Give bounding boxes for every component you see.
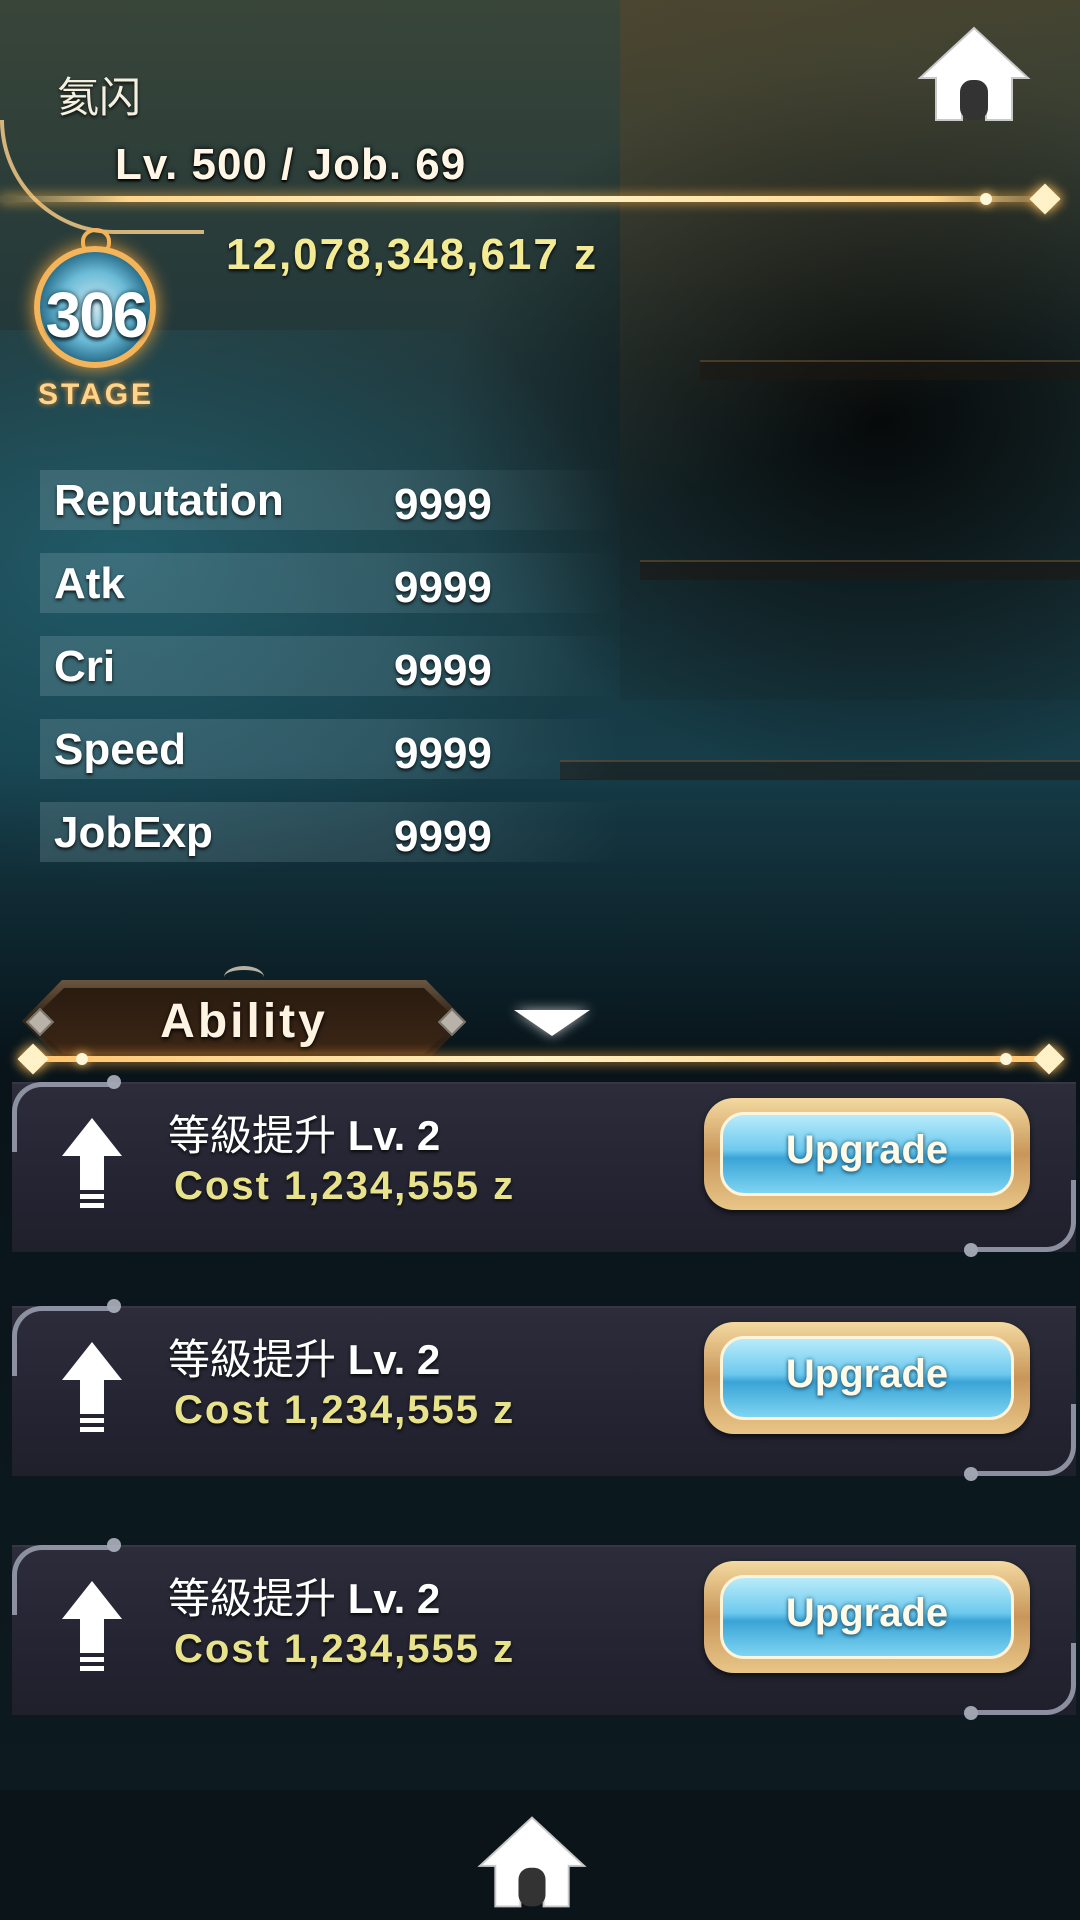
stat-value: 9999: [394, 812, 492, 861]
upgrade-button-label: Upgrade: [785, 1591, 949, 1635]
ability-level: Lv. 2: [347, 1336, 441, 1383]
divider-dot: [980, 193, 992, 205]
header-divider: [0, 196, 1060, 202]
stat-row-cri: Cri 9999: [40, 636, 620, 696]
ability-title: 等級提升: [168, 1575, 337, 1622]
tab-ability-label: Ability: [160, 995, 328, 1048]
ability-cost: Cost 1,234,555 z: [174, 1627, 516, 1671]
stat-value: 9999: [394, 729, 492, 778]
ability-title: 等級提升: [168, 1112, 337, 1159]
home-icon[interactable]: [476, 1812, 588, 1912]
ability-title: 等級提升: [168, 1336, 337, 1383]
ability-cost: Cost 1,234,555 z: [174, 1388, 516, 1432]
upgrade-button[interactable]: Upgrade: [704, 1322, 1030, 1434]
stat-label: Cri: [54, 642, 116, 691]
ability-name: 等級提升 Lv. 2: [168, 1565, 440, 1626]
ability-level: Lv. 2: [347, 1112, 441, 1159]
stat-label: Reputation: [54, 476, 284, 525]
list-item: 等級提升 Lv. 2 Cost 1,234,555 z Upgrade: [12, 1075, 1076, 1257]
stage-label: STAGE: [37, 378, 155, 411]
ability-cost: Cost 1,234,555 z: [174, 1164, 516, 1208]
divider-dot: [1000, 1053, 1012, 1065]
arrow-up-icon: [60, 1116, 124, 1212]
stat-label: JobExp: [54, 808, 213, 857]
upgrade-button-label: Upgrade: [785, 1128, 949, 1172]
stat-row-speed: Speed 9999: [40, 719, 620, 779]
home-icon[interactable]: [916, 24, 1032, 124]
upgrade-button-label: Upgrade: [785, 1352, 949, 1396]
list-item: 等級提升 Lv. 2 Cost 1,234,555 z Upgrade: [12, 1299, 1076, 1481]
arrow-up-icon: [60, 1340, 124, 1436]
zeny-amount: 12,078,348,617 z: [226, 230, 599, 279]
arrow-up-icon: [60, 1579, 124, 1675]
player-name: 氦闪: [57, 74, 142, 121]
background-shelf: [640, 560, 1080, 580]
stat-value: 9999: [394, 563, 492, 612]
stage-number: 306: [45, 279, 149, 351]
list-item: 等級提升 Lv. 2 Cost 1,234,555 z Upgrade: [12, 1538, 1076, 1720]
stat-row-atk: Atk 9999: [40, 553, 620, 613]
tab-ability[interactable]: Ability: [4, 966, 484, 1062]
chevron-down-icon[interactable]: [514, 1010, 590, 1036]
stat-value: 9999: [394, 646, 492, 695]
upgrade-button[interactable]: Upgrade: [704, 1561, 1030, 1673]
background-shelf: [560, 760, 1080, 780]
player-level: Lv. 500 / Job. 69: [115, 140, 467, 189]
stat-label: Atk: [54, 559, 125, 608]
background-shelf: [700, 360, 1080, 380]
upgrade-button[interactable]: Upgrade: [704, 1098, 1030, 1210]
ability-divider: [20, 1056, 1060, 1062]
stat-label: Speed: [54, 725, 187, 774]
ability-name: 等級提升 Lv. 2: [168, 1326, 440, 1387]
divider-dot: [76, 1053, 88, 1065]
ability-name: 等級提升 Lv. 2: [168, 1102, 440, 1163]
stat-row-jobexp: JobExp 9999: [40, 802, 620, 862]
stage-badge: 306 STAGE: [26, 228, 166, 411]
stat-value: 9999: [394, 480, 492, 529]
ability-level: Lv. 2: [347, 1575, 441, 1622]
stat-row-reputation: Reputation 9999: [40, 470, 620, 530]
